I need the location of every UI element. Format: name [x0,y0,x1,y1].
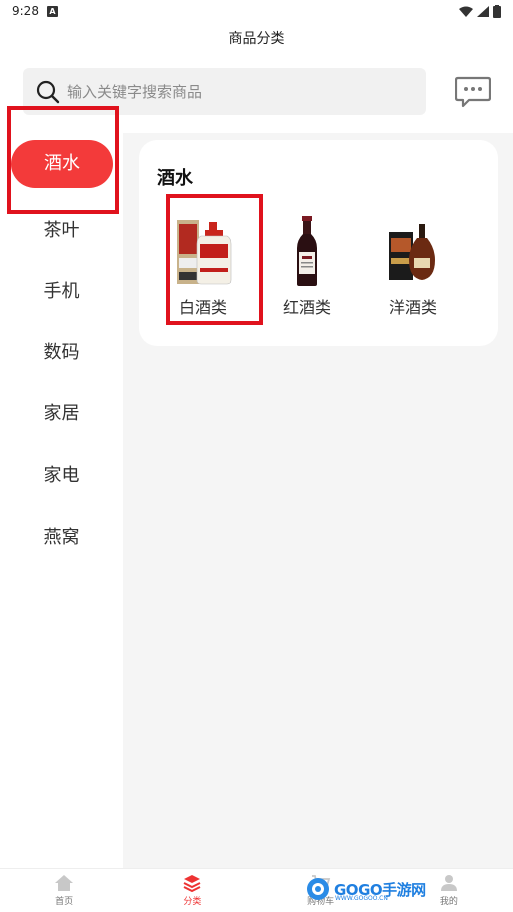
battery-icon [493,4,501,18]
watermark: GOGO手游网 WWW.GOGOO.CN [305,876,426,902]
product-red-wine-label: 红酒类 [282,298,331,317]
sidebar-item-digital[interactable]: 数码 [0,333,123,373]
sidebar-item-phones[interactable]: 手机 [0,272,123,312]
gogo-logo-icon [307,878,329,900]
notification-icon: A [46,5,58,17]
nav-category[interactable]: 分类 [128,869,256,912]
nav-home[interactable]: 首页 [0,869,128,912]
signal-icon [477,5,489,17]
subcategory-title: 酒水 [157,168,193,189]
nav-home-label: 首页 [55,897,74,907]
home-icon [55,875,74,891]
bottom-nav: 首页 分类 购物车 我的 [0,868,513,912]
product-red-wine[interactable]: 红酒类 [257,214,357,318]
product-foreign-liquor-label: 洋酒类 [388,298,437,317]
status-bar: 9:28 A [0,0,513,22]
wifi-icon [459,6,473,17]
search-icon [36,80,60,103]
watermark-url: WWW.GOGOO.CN [335,895,388,902]
status-time: 9:28 [12,4,39,18]
highlight-box-product [166,194,263,325]
search-input[interactable] [67,82,387,101]
cognac-bottle-image [389,224,435,280]
sidebar-item-birdnest[interactable]: 燕窝 [0,518,123,558]
status-right [459,4,501,18]
sidebar-item-tea[interactable]: 茶叶 [0,211,123,251]
highlight-box-sidebar [7,106,119,214]
message-icon[interactable] [455,76,491,108]
category-sidebar: 酒水 茶叶 手机 数码 家居 家电 燕窝 [0,133,123,868]
page-title: 商品分类 [228,31,285,47]
sidebar-item-home[interactable]: 家居 [0,394,123,434]
status-left: 9:28 A [12,4,58,18]
product-foreign-liquor[interactable]: 洋酒类 [363,214,463,318]
layers-icon [183,875,201,892]
sidebar-item-appliances[interactable]: 家电 [0,456,123,496]
nav-profile-label: 我的 [439,897,458,907]
red-wine-bottle-image [297,216,317,286]
person-icon [440,875,457,891]
nav-category-label: 分类 [183,897,202,907]
